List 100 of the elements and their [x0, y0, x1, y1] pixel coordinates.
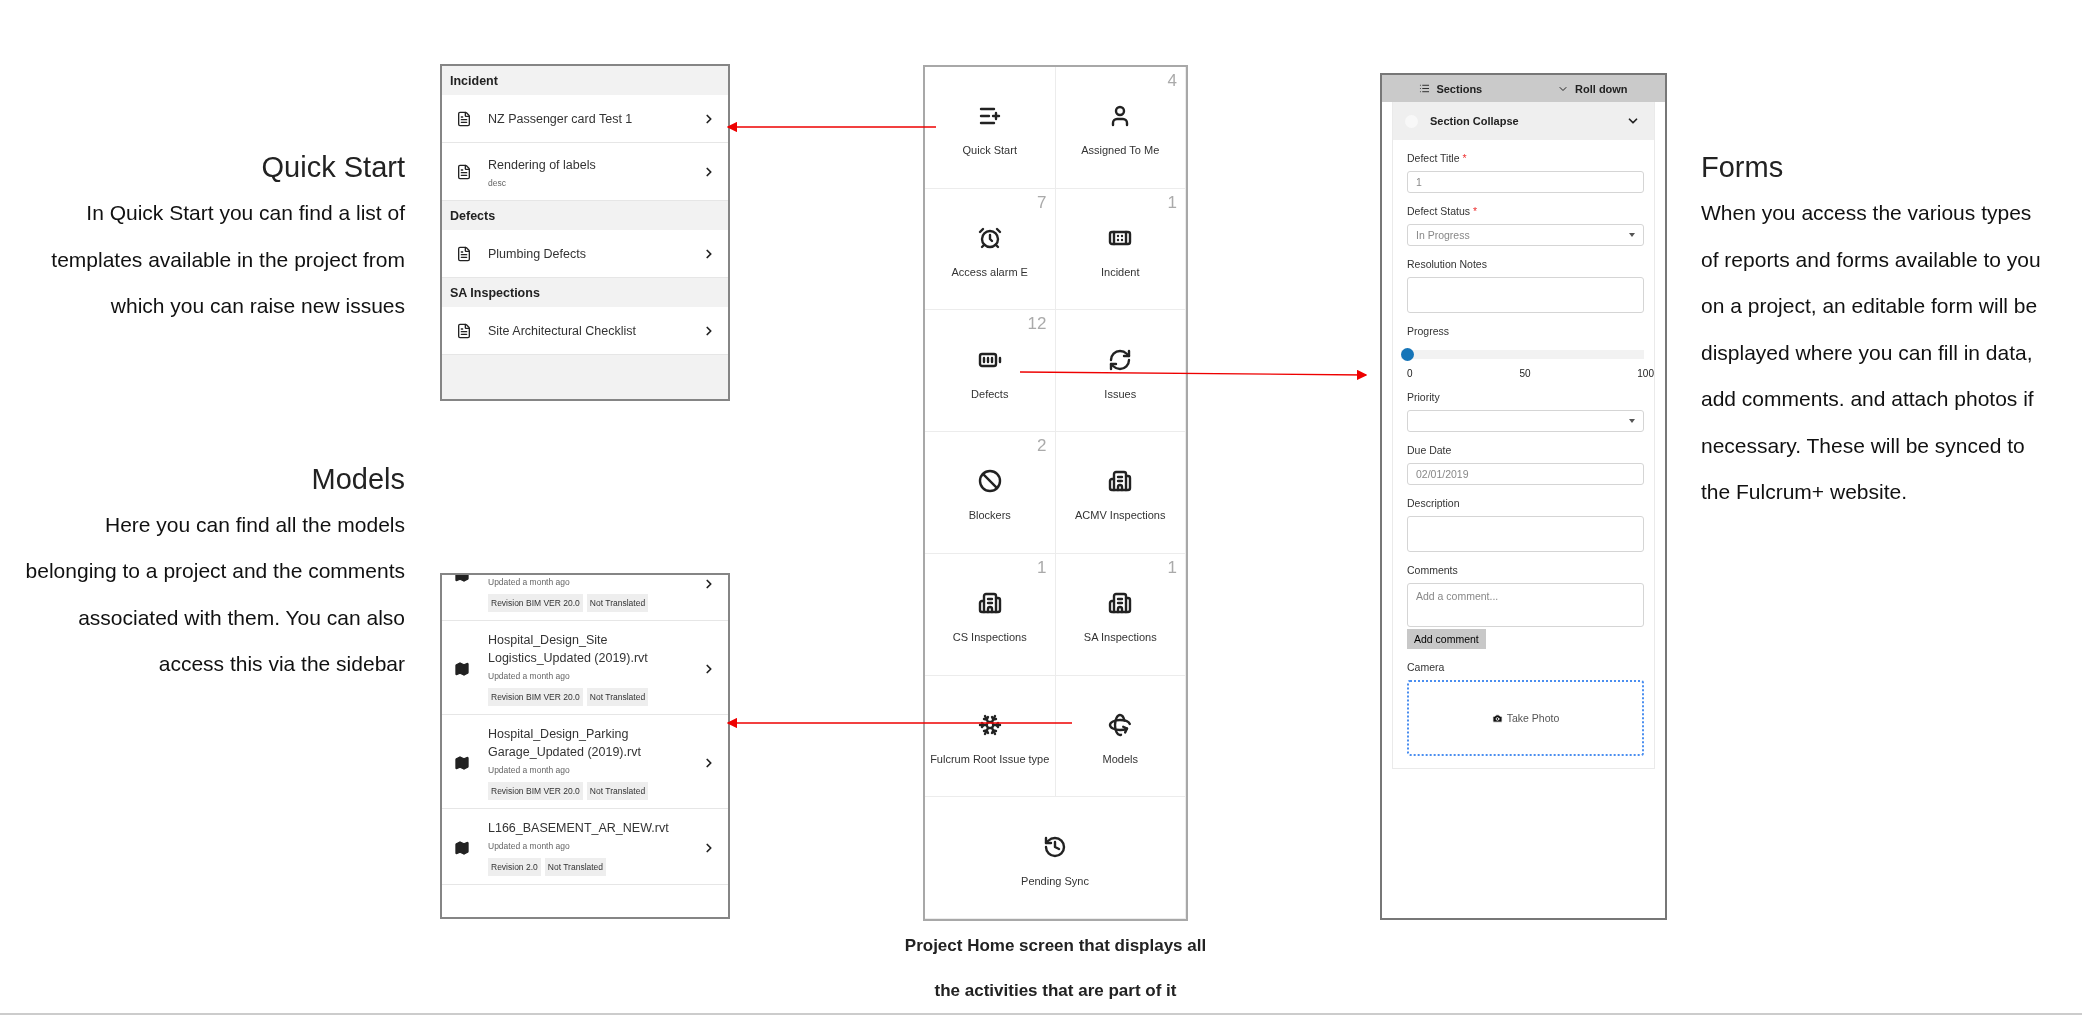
model-tag: Revision BIM VER 20.0 — [488, 594, 583, 612]
select-field[interactable] — [1407, 410, 1644, 432]
template-item[interactable]: Site Architectural Checklist — [442, 307, 728, 355]
note-text: Here you can find all the models belonging to a project and the comments associated with them. You can also access this via the sidebar — [24, 511, 405, 677]
caption: Project Home screen that displays all the activities that are part of it — [903, 935, 1208, 1002]
text-area[interactable] — [1407, 277, 1644, 313]
template-item[interactable]: Plumbing Defects — [442, 230, 728, 278]
tile-label: Defects — [971, 387, 1009, 400]
model-updated: Updated a month ago — [488, 577, 571, 587]
text-field[interactable]: 1 — [1407, 171, 1644, 193]
activity-tile[interactable]: 2 Blockers — [925, 432, 1056, 554]
model-tag: Not Translated — [586, 688, 649, 706]
document-icon — [456, 245, 472, 262]
tick-label: 50 — [1519, 368, 1531, 379]
text-field[interactable]: 02/01/2019 — [1407, 463, 1644, 485]
document-icon — [456, 322, 472, 339]
model-item[interactable]: Updated a month ago Revision BIM VER 20.0 Not Translated — [442, 575, 728, 621]
roll-down-button[interactable]: Roll down — [1557, 82, 1628, 95]
activity-tile[interactable]: 1 Incident — [1055, 188, 1186, 311]
slider-thumb[interactable] — [1401, 348, 1414, 361]
template-item[interactable]: Rendering of labels desc — [442, 143, 728, 201]
activity-tile[interactable]: Pending Sync — [925, 797, 1186, 919]
field-label: Comments — [1407, 564, 1459, 576]
activity-tile[interactable]: Quick Start — [925, 67, 1056, 189]
activity-tile[interactable]: ACMV Inspections — [1055, 432, 1186, 554]
activity-tile[interactable]: Models — [1055, 675, 1186, 798]
prohibited-icon — [977, 469, 1002, 494]
tile-count: 1 — [1037, 557, 1047, 578]
note-text: When you access the various types of reports and forms available to you on a project, an editable form will be displayed where you can fill in data, add comments. and attach photos if necessary. These will be synced to the Fulcrum+ website. — [1701, 200, 2042, 505]
template-title: Rendering of labels — [488, 156, 597, 174]
field-label: Camera — [1407, 661, 1446, 673]
tile-count: 2 — [1037, 436, 1047, 457]
caret-icon — [1629, 419, 1635, 423]
activity-tile[interactable]: Issues — [1055, 310, 1186, 433]
activity-tile[interactable]: Fulcrum Root Issue type — [925, 675, 1056, 798]
rotate-3d-icon — [1108, 712, 1133, 737]
map-icon — [454, 839, 470, 856]
history-icon — [1043, 834, 1067, 859]
tile-label: Incident — [1101, 266, 1140, 279]
tile-count: 1 — [1167, 557, 1177, 578]
model-updated: Updated a month ago — [488, 671, 571, 681]
tile-count: 1 — [1167, 192, 1177, 213]
template-title: Site Architectural Checklist — [488, 322, 637, 340]
tick-label: 100 — [1637, 368, 1654, 379]
section-header[interactable]: Section Collapse — [1393, 102, 1654, 140]
template-subtitle: desc — [488, 177, 507, 188]
model-title: Hospital_Design_Parking Garage_Updated (2019).rvt — [488, 726, 642, 761]
map-icon — [454, 660, 470, 677]
note-title: Models — [311, 461, 405, 497]
map-icon — [454, 754, 470, 771]
tile-label: CS Inspections — [952, 631, 1027, 644]
tile-label: Access alarm E — [951, 266, 1028, 279]
activity-tile[interactable]: 4 Assigned To Me — [1055, 67, 1186, 189]
text-area[interactable] — [1407, 516, 1644, 552]
tile-label: Pending Sync — [1021, 874, 1089, 887]
tile-label: Assigned To Me — [1081, 144, 1160, 157]
model-tag: Not Translated — [586, 594, 649, 612]
tile-label: Quick Start — [962, 144, 1017, 157]
model-title: L166_BASEMENT_AR_NEW.rvt — [488, 820, 670, 837]
template-item[interactable]: NZ Passenger card Test 1 — [442, 95, 728, 143]
activity-tile[interactable]: 1 CS Inspections — [925, 553, 1056, 676]
tile-label: Blockers — [968, 509, 1011, 522]
activity-tile[interactable]: 12 Defects — [925, 310, 1056, 433]
snowflake-icon — [977, 712, 1002, 737]
note-text: In Quick Start you can find a list of templates available in the project from which you can raise new issues — [50, 200, 405, 319]
caret-icon — [1629, 233, 1635, 237]
template-title: NZ Passenger card Test 1 — [488, 110, 634, 128]
take-photo-button[interactable]: Take Photo — [1407, 680, 1644, 756]
field-label: Defect Title * — [1407, 152, 1468, 164]
model-tag: Revision BIM VER 20.0 — [488, 782, 583, 800]
model-tag: Not Translated — [586, 782, 649, 800]
tile-label: Fulcrum Root Issue type — [930, 752, 1050, 765]
note-title: Forms — [1701, 150, 1784, 185]
template-title: Plumbing Defects — [488, 245, 587, 263]
model-tag: Not Translated — [544, 858, 607, 876]
tile-count: 4 — [1167, 71, 1177, 91]
list-icon — [1419, 83, 1431, 94]
tile-label: Models — [1102, 752, 1138, 765]
field-label: Resolution Notes — [1407, 258, 1488, 270]
add-comment-button[interactable]: Add comment — [1407, 629, 1486, 649]
field-label: Defect Status * — [1407, 205, 1479, 217]
model-title: Hospital_Design_Site Logistics_Updated (2019).rvt — [488, 632, 649, 667]
progress-slider[interactable] — [1401, 348, 1644, 361]
document-icon — [456, 163, 472, 180]
sections-button[interactable]: Sections — [1419, 82, 1483, 95]
tile-label: SA Inspections — [1083, 631, 1157, 644]
field-label: Due Date — [1407, 444, 1453, 456]
model-updated: Updated a month ago — [488, 765, 571, 775]
activity-tile[interactable]: 7 Access alarm E — [925, 188, 1056, 311]
tile-label: Issues — [1104, 387, 1137, 400]
camera-icon — [1491, 712, 1503, 724]
tile-label: ACMV Inspections — [1075, 509, 1166, 522]
comment-field[interactable]: Add a comment... — [1407, 583, 1644, 627]
field-label: Priority — [1407, 391, 1441, 403]
select-field[interactable]: In Progress — [1407, 224, 1644, 246]
building-icon — [1108, 469, 1133, 494]
tile-count: 12 — [1027, 314, 1047, 335]
model-updated: Updated a month ago — [488, 841, 571, 851]
note-title: Quick Start — [261, 150, 405, 185]
activity-tile[interactable]: 1 SA Inspections — [1055, 553, 1186, 676]
